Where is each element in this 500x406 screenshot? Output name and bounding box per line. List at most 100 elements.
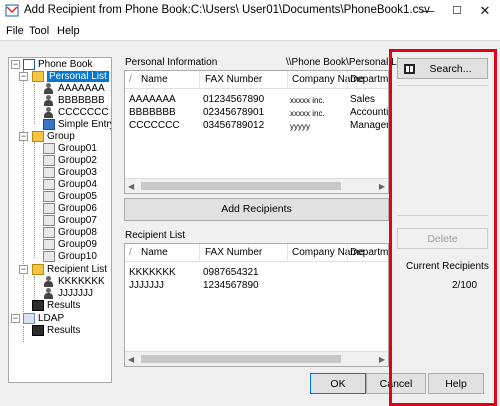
recipient-list-icon (32, 264, 44, 275)
group-icon (43, 179, 55, 190)
delete-button[interactable]: Delete (397, 228, 488, 249)
minimize-button[interactable]: — (414, 0, 442, 22)
tree-node-group-item[interactable]: Group02 (43, 155, 97, 167)
menu-help[interactable]: Help (57, 25, 80, 37)
tree-node-group-item[interactable]: Group03 (43, 167, 97, 179)
sort-indicator-icon: / (129, 247, 132, 258)
group-icon (43, 167, 55, 178)
close-button[interactable]: ✕ (471, 0, 499, 22)
tree-node-entry[interactable]: AAAAAAA (43, 83, 105, 95)
person-icon (43, 95, 55, 106)
group-icon (43, 155, 55, 166)
expander-group[interactable]: − (19, 132, 28, 141)
window-title: Add Recipient from Phone Book:C:\Users\ … (24, 4, 430, 16)
group-icon (43, 239, 55, 250)
expander-personal-list[interactable]: − (19, 72, 28, 81)
col-name[interactable]: Name (141, 74, 168, 85)
tree-node-group-item[interactable]: Group07 (43, 215, 97, 227)
person-icon (43, 107, 55, 118)
recipient-list-label: Recipient List (125, 230, 186, 241)
group-icon (43, 215, 55, 226)
scroll-left-icon[interactable]: ◀ (128, 355, 134, 364)
table-row[interactable]: JJJJJJJ 1234567890 (125, 280, 388, 293)
tree-node-personal-list[interactable]: Personal List (32, 71, 109, 83)
dialog-client-area: − Phone Book − Personal List AAAAAAA BBB… (0, 40, 500, 406)
simple-entry-icon (43, 119, 55, 130)
tree-node-recipient[interactable]: JJJJJJJ (43, 288, 93, 300)
search-book-icon (404, 64, 415, 74)
title-bar: Add Recipient from Phone Book:C:\Users\ … (0, 0, 500, 22)
group-icon (43, 203, 55, 214)
phonebook-tree[interactable]: − Phone Book − Personal List AAAAAAA BBB… (8, 57, 112, 383)
group-icon (43, 191, 55, 202)
scroll-thumb[interactable] (141, 182, 341, 190)
right-panel-divider (397, 85, 488, 86)
current-recipients-label: Current Recipients (406, 261, 489, 272)
right-panel-divider (397, 215, 488, 216)
recipient-list[interactable]: / Name FAX Number Company Name Departmen… (124, 243, 389, 367)
tree-node-group-item[interactable]: Group08 (43, 227, 97, 239)
table-row[interactable]: BBBBBBB 02345678901 xxxxx inc. Accountin… (125, 107, 388, 120)
expander-ldap[interactable]: − (11, 314, 20, 323)
tree-node-ldap[interactable]: LDAP (23, 313, 64, 325)
tree-node-group-item[interactable]: Group05 (43, 191, 97, 203)
tree-node-group-item[interactable]: Group04 (43, 179, 97, 191)
ldap-icon (23, 313, 35, 324)
tree-node-group-item[interactable]: Group09 (43, 239, 97, 251)
scroll-right-icon[interactable]: ▶ (379, 182, 385, 191)
table-row[interactable]: KKKKKKK 0987654321 (125, 267, 388, 280)
col-fax[interactable]: FAX Number (205, 74, 262, 85)
tree-node-ldap-results[interactable]: Results (32, 325, 80, 337)
personal-info-path: \\Phone Book\Personal List (286, 57, 407, 68)
menu-tool[interactable]: Tool (29, 25, 49, 37)
results-icon (32, 300, 44, 311)
personal-info-label: Personal Information (125, 57, 218, 68)
personal-info-list[interactable]: / Name FAX Number Company Name Departmen… (124, 70, 389, 194)
help-button[interactable]: Help (428, 373, 484, 394)
add-recipients-button[interactable]: Add Recipients (124, 198, 389, 221)
personal-info-hscroll[interactable]: ◀ ▶ (125, 178, 388, 193)
tree-node-group-item[interactable]: Group10 (43, 251, 97, 263)
scroll-right-icon[interactable]: ▶ (379, 355, 385, 364)
tree-node-recipient-list[interactable]: Recipient List (32, 264, 107, 276)
tree-node-group[interactable]: Group (32, 131, 75, 143)
tree-node-simple-entry[interactable]: Simple Entry (43, 119, 111, 131)
col-department[interactable]: Departmen (350, 247, 388, 258)
expander-phonebook[interactable]: − (11, 60, 20, 69)
ok-button[interactable]: OK (310, 373, 366, 394)
recipient-list-hscroll[interactable]: ◀ ▶ (125, 351, 388, 366)
table-row[interactable]: CCCCCCC 03456789012 yyyyy Manageme (125, 120, 388, 133)
address-book-icon (32, 71, 44, 82)
tree-node-group-item[interactable]: Group01 (43, 143, 97, 155)
col-department[interactable]: Departmen (350, 74, 388, 85)
group-icon (43, 251, 55, 262)
phonebook-app-icon (5, 4, 19, 17)
col-fax[interactable]: FAX Number (205, 247, 262, 258)
person-icon (43, 83, 55, 94)
results-icon (32, 325, 44, 336)
personal-info-header: / Name FAX Number Company Name Departmen (125, 71, 388, 89)
tree-node-results[interactable]: Results (32, 300, 80, 312)
tree-node-entry[interactable]: BBBBBBB (43, 95, 105, 107)
menu-file[interactable]: File (6, 25, 24, 37)
scroll-left-icon[interactable]: ◀ (128, 182, 134, 191)
col-name[interactable]: Name (141, 247, 168, 258)
recipient-list-header: / Name FAX Number Company Name Departmen (125, 244, 388, 262)
menu-bar: File Tool Help (0, 22, 500, 40)
scroll-thumb[interactable] (141, 355, 341, 363)
sort-indicator-icon: / (129, 74, 132, 85)
tree-node-entry[interactable]: CCCCCCC (43, 107, 109, 119)
group-icon (43, 143, 55, 154)
tree-node-group-item[interactable]: Group06 (43, 203, 97, 215)
search-button[interactable]: Search... (397, 58, 488, 79)
current-recipients-count: 2/100 (452, 280, 478, 291)
expander-recipient-list[interactable]: − (19, 265, 28, 274)
person-icon (43, 288, 55, 299)
maximize-button[interactable]: ☐ (443, 0, 471, 22)
table-row[interactable]: AAAAAAA 01234567890 xxxxx inc. Sales (125, 94, 388, 107)
cancel-button[interactable]: Cancel (366, 373, 426, 394)
group-folder-icon (32, 131, 44, 142)
tree-node-recipient[interactable]: KKKKKKK (43, 276, 105, 288)
tree-node-phonebook[interactable]: Phone Book (23, 59, 93, 71)
person-icon (43, 276, 55, 287)
